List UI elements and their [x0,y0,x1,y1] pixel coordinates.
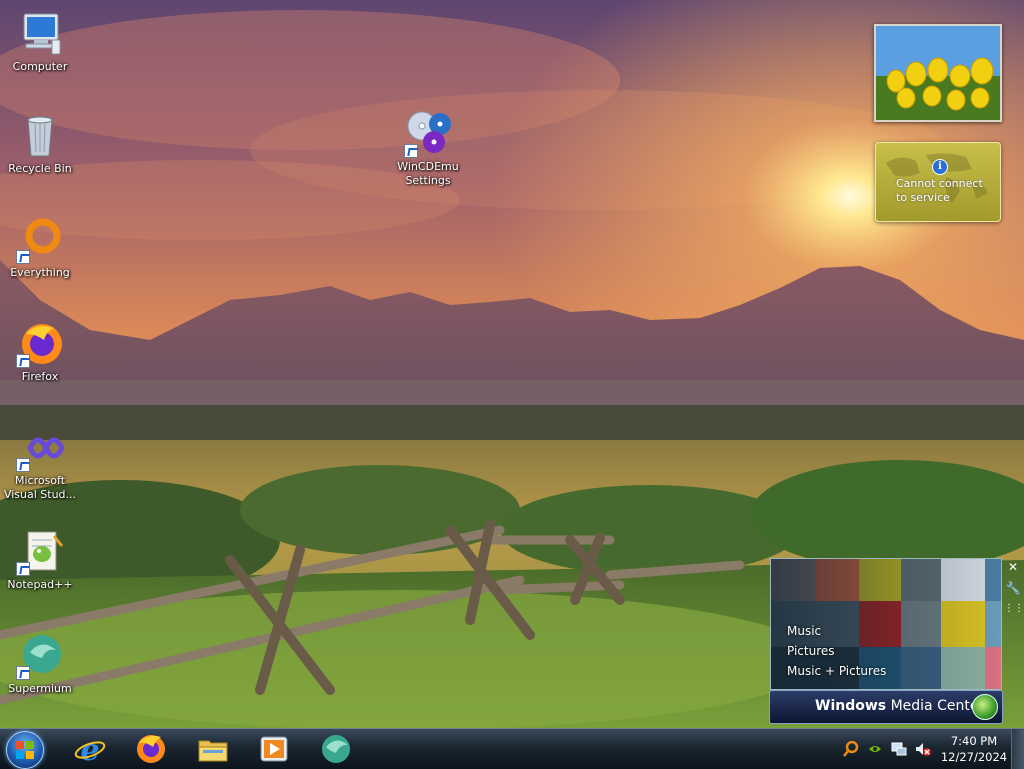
desktop-icon-computer[interactable]: Computer [0,10,80,74]
desktop-icon-wincdemu[interactable]: WinCDEmu Settings [388,110,468,188]
network-tray-icon[interactable] [891,741,907,757]
desktop-icon-label: Notepad++ [7,578,73,591]
shortcut-arrow-icon [16,562,30,576]
gadget-options-icon[interactable]: 🔧 [1004,579,1022,597]
everything-tray-icon[interactable] [843,740,859,757]
clock-date: 12/27/2024 [940,750,1008,764]
desktop-icon-supermium[interactable]: Supermium [0,632,80,696]
start-button[interactable] [6,731,44,769]
file-explorer-icon [198,740,228,762]
media-center-title-bar[interactable]: Windows Media Center [769,690,1003,724]
shortcut-arrow-icon [16,666,30,680]
media-menu-pictures[interactable]: Pictures [787,641,886,661]
weather-gadget[interactable]: i Cannot connect to service [875,142,1001,222]
taskbar-firefox[interactable] [129,731,173,767]
shortcut-arrow-icon [404,144,418,158]
svg-text:e: e [80,733,99,765]
nvidia-tray-icon[interactable] [867,741,883,757]
desktop-icon-label: Recycle Bin [8,162,72,175]
desktop-icon-label: Microsoft Visual Stud... [3,474,77,501]
media-center-menu: Music Pictures Music + Pictures [787,621,886,681]
windows-logo-icon [16,741,34,759]
desktop-icon-visual-studio[interactable]: Microsoft Visual Stud... [0,424,80,502]
taskbar-file-explorer[interactable] [191,731,235,767]
computer-icon [23,13,61,55]
recycle-bin-icon [27,116,53,157]
desktop-icon-firefox[interactable]: Firefox [0,320,80,384]
taskbar-supermium[interactable] [314,731,358,767]
shortcut-arrow-icon [16,250,30,264]
shortcut-arrow-icon [16,458,30,472]
shortcut-arrow-icon [16,354,30,368]
desktop-icon-label: Firefox [21,370,59,383]
desktop-icon-recycle-bin[interactable]: Recycle Bin [0,112,80,176]
system-clock[interactable]: 7:40 PM 12/27/2024 [940,733,1008,765]
taskbar-media-player[interactable] [252,731,296,767]
gadget-close-icon[interactable]: ✕ [1004,558,1022,576]
supermium-icon [322,735,350,763]
taskbar: e 7:40 PM 12/27/2024 [0,728,1024,769]
desktop-icon-everything[interactable]: Everything [0,216,80,280]
firefox-icon [137,735,165,763]
media-center-logo-icon [972,694,998,720]
media-menu-music[interactable]: Music [787,621,886,641]
show-desktop-button[interactable] [1011,729,1024,769]
desktop-icon-label: Supermium [8,682,72,695]
media-player-icon [260,736,288,762]
internet-explorer-icon: e [74,733,106,765]
slideshow-gadget[interactable] [874,24,1002,122]
clock-time: 7:40 PM [950,734,998,748]
gadget-drag-handle-icon[interactable]: ⋮⋮ [1004,600,1024,618]
volume-muted-icon[interactable] [915,741,931,757]
desktop-icon-notepad-plus-plus[interactable]: Notepad++ [0,528,80,592]
desktop-icon-label: Computer [12,60,68,73]
weather-error-message: Cannot connect to service [896,177,983,204]
media-center-gadget[interactable]: Music Pictures Music + Pictures [770,558,1002,690]
media-menu-music-pictures[interactable]: Music + Pictures [787,661,886,681]
taskbar-internet-explorer[interactable]: e [68,731,112,767]
media-center-title: Windows Media Center [815,698,985,714]
desktop-icon-label: Everything [10,266,70,279]
tulips-photo [876,26,1000,120]
desktop-icon-label: WinCDEmu Settings [397,160,459,187]
info-icon[interactable]: i [932,159,948,175]
